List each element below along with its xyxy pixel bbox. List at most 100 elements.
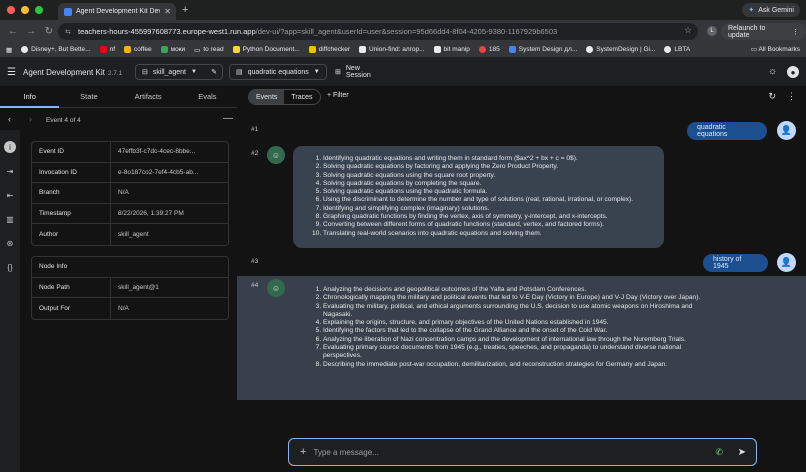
- agent-selector[interactable]: ⊟ skill_agent ▼ ✎: [135, 64, 223, 80]
- user-avatar-icon: 👤: [777, 253, 796, 272]
- list-item: Evaluating primary source documents from…: [323, 344, 703, 361]
- bookmark-favicon-icon: [478, 46, 486, 53]
- row-key: Author: [32, 224, 111, 245]
- account-icon[interactable]: ●: [787, 66, 799, 78]
- close-window-button[interactable]: [7, 6, 15, 14]
- tab-state[interactable]: State: [59, 86, 118, 107]
- theme-toggle-icon[interactable]: ☼: [768, 66, 777, 77]
- bookmark-item[interactable]: 185: [478, 46, 500, 53]
- tab-info[interactable]: Info: [0, 86, 60, 108]
- menu-icon[interactable]: ☰: [7, 67, 16, 78]
- filter-button[interactable]: + Filter: [327, 92, 349, 99]
- site-info-icon[interactable]: ⇆: [65, 28, 71, 36]
- message-input[interactable]: [313, 447, 694, 457]
- list-item: Using the discriminant to determine the …: [323, 196, 654, 204]
- address-bar[interactable]: ⇆ teachers-hours-455997608773.europe-wes…: [58, 23, 698, 40]
- tab-evals[interactable]: Evals: [178, 86, 237, 107]
- event-navigator: ‹ › Event 4 of 4 —: [0, 112, 237, 128]
- tab-events[interactable]: Events: [249, 90, 285, 104]
- bookmark-item[interactable]: diffchecker: [308, 46, 350, 53]
- bookmark-item[interactable]: coffee: [124, 46, 152, 53]
- user-message[interactable]: quadratic equations: [687, 122, 767, 140]
- chevron-left-icon[interactable]: ‹: [8, 114, 11, 124]
- row-value: 8/22/2026, 1:39:27 PM: [118, 210, 184, 218]
- response-list: Identifying quadratic equations and writ…: [313, 155, 654, 238]
- event-number: #3: [251, 258, 259, 265]
- message-composer: + ✆ ➤: [288, 438, 757, 466]
- chart-icon[interactable]: ▥: [4, 213, 16, 225]
- list-item: Describing the immediate post-war occupa…: [323, 361, 703, 369]
- ask-gemini-button[interactable]: ✦ Ask Gemini: [742, 3, 800, 17]
- bookmark-item[interactable]: моки: [160, 46, 185, 53]
- ask-gemini-label: Ask Gemini: [758, 6, 794, 14]
- gemini-icon: ✦: [748, 7, 755, 14]
- graph-icon[interactable]: ⊛: [4, 237, 16, 249]
- table-row: Event ID 47effb3f-c7dc-4cec-8bbe...: [32, 142, 228, 163]
- tab-traces[interactable]: Traces: [284, 90, 319, 104]
- forward-icon[interactable]: →: [25, 26, 37, 37]
- bookmark-favicon-icon: [586, 46, 594, 53]
- browser-tab[interactable]: Agent Development Kit Dev U ✕: [58, 3, 176, 20]
- bookmark-favicon-icon: [359, 46, 366, 53]
- node-info-table: Node Info Node Path skill_agent@1 Output …: [31, 256, 229, 320]
- info-icon[interactable]: i: [4, 141, 16, 153]
- tab-artifacts[interactable]: Artifacts: [119, 86, 178, 107]
- bookmark-item[interactable]: nf: [99, 46, 115, 53]
- row-key: Output For: [32, 298, 111, 319]
- new-tab-button[interactable]: +: [182, 4, 188, 16]
- profile-avatar[interactable]: L: [707, 26, 717, 36]
- bookmark-star-icon[interactable]: ☆: [684, 25, 692, 36]
- relaunch-button[interactable]: Relaunch to update ⋮: [721, 23, 806, 40]
- bookmark-item[interactable]: System Design дл...: [508, 46, 577, 53]
- table-row: Output For N/A: [32, 298, 228, 319]
- input-icon[interactable]: ⇥: [4, 165, 16, 177]
- event-number: #1: [251, 126, 259, 133]
- list-item: Identifying and simplifying complex (ima…: [323, 205, 654, 213]
- app-title: Agent Development Kit 2.7.1: [23, 68, 123, 77]
- table-row: Author skill_agent: [32, 224, 228, 245]
- edit-icon[interactable]: ✎: [211, 68, 217, 76]
- more-vert-icon[interactable]: ⋮: [787, 91, 796, 102]
- list-item: Solving quadratic equations by factoring…: [323, 163, 654, 171]
- session-selector[interactable]: ▤ quadratic equations ▼: [229, 64, 327, 80]
- refresh-icon[interactable]: ↻: [768, 91, 776, 102]
- bookmark-item[interactable]: bit manip: [433, 46, 470, 53]
- new-session-button[interactable]: ⊞ New Session: [329, 64, 389, 80]
- bookmark-folder[interactable]: ▭ to read: [194, 46, 223, 54]
- send-icon[interactable]: ➤: [738, 447, 746, 458]
- relaunch-label: Relaunch to update: [728, 24, 766, 39]
- apps-icon[interactable]: ▦: [6, 46, 12, 54]
- url-host: teachers-hours-455997608773.europe-west1…: [78, 27, 256, 36]
- bookmark-item[interactable]: Union-find: алгор...: [359, 46, 425, 53]
- bot-response[interactable]: Analyzing the decisions and geopolitical…: [293, 279, 713, 391]
- tab-close-icon[interactable]: ✕: [164, 7, 171, 16]
- user-message[interactable]: history of 1945: [703, 254, 768, 272]
- attach-add-icon[interactable]: +: [300, 446, 306, 458]
- bot-avatar-icon: ☺: [267, 279, 285, 297]
- bot-response[interactable]: Identifying quadratic equations and writ…: [293, 146, 664, 248]
- code-icon[interactable]: {}: [4, 261, 16, 273]
- row-value: e-8o187co2-7ef4-4cb5-ab...: [118, 168, 199, 176]
- bookmark-item[interactable]: SystemDesign | Gi...: [586, 46, 655, 53]
- list-item: Solving quadratic equations using the qu…: [323, 188, 654, 196]
- zoom-window-button[interactable]: [35, 6, 43, 14]
- collapse-icon[interactable]: —: [223, 113, 233, 124]
- browser-tab-strip: Agent Development Kit Dev U ✕ + ✦ Ask Ge…: [0, 0, 806, 20]
- bookmark-favicon-icon: [99, 46, 107, 53]
- app-header: ☰ Agent Development Kit 2.7.1 ⊟ skill_age…: [0, 58, 806, 86]
- row-key: Invocation ID: [32, 162, 111, 183]
- output-icon[interactable]: ⇤: [4, 189, 16, 201]
- bookmark-item[interactable]: Python Document...: [232, 46, 300, 53]
- all-bookmarks-button[interactable]: ▭ All Bookmarks: [751, 45, 800, 53]
- reload-icon[interactable]: ↻: [43, 26, 55, 37]
- back-icon[interactable]: ←: [7, 26, 19, 37]
- bookmark-favicon-icon: [308, 46, 316, 53]
- row-value: skill_agent@1: [118, 283, 159, 291]
- chevron-right-icon[interactable]: ›: [29, 114, 32, 124]
- row-value: skill_agent: [118, 231, 149, 239]
- row-value: N/A: [118, 189, 129, 197]
- bookmark-item[interactable]: LBTA: [664, 46, 690, 53]
- bookmark-item[interactable]: Disney+, But Bette...: [21, 46, 91, 53]
- minimize-window-button[interactable]: [21, 6, 29, 14]
- phone-icon[interactable]: ✆: [715, 447, 723, 458]
